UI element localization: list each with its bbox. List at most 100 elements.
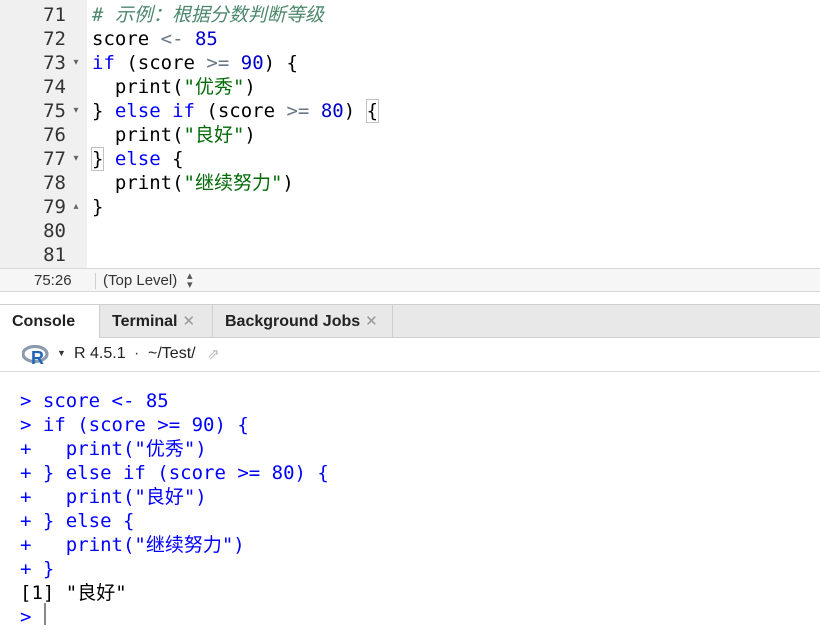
- code-line[interactable]: 75 ▾} else if (score >= 80) {: [0, 99, 820, 123]
- code-token: }: [92, 196, 104, 218]
- console-line: + }: [20, 557, 54, 581]
- console-input-text: print("优秀"): [31, 438, 207, 460]
- chevron-down-icon[interactable]: ▼: [57, 348, 66, 358]
- console-prompt: +: [20, 486, 32, 508]
- code-line[interactable]: 77 ▾} else {: [0, 147, 820, 171]
- console-input-text: if (score >= 90) {: [31, 414, 249, 436]
- console-input-text: score <- 85: [31, 390, 169, 412]
- console-prompt: +: [20, 438, 32, 460]
- code-line[interactable]: 80: [0, 219, 820, 243]
- console-line: > score <- 85: [20, 389, 169, 413]
- svg-text:R: R: [31, 348, 44, 365]
- console-prompt: +: [20, 534, 32, 556]
- console-input-text: } else {: [31, 510, 135, 532]
- console-line: + print("继续努力"): [20, 533, 245, 557]
- line-number: 72: [43, 28, 66, 50]
- console-pane: Console Terminal ✕ Background Jobs ✕ R ▼ R…: [0, 304, 820, 638]
- code-token: 90: [240, 52, 264, 74]
- console-line: > if (score >= 90) {: [20, 413, 249, 437]
- console-line: >: [20, 605, 31, 629]
- console-input-text: print("继续努力"): [31, 534, 245, 556]
- code-editor[interactable]: 71 # 示例：根据分数判断等级 72 score <- 85 73 ▾ if (score…: [0, 0, 820, 268]
- tab-console[interactable]: Console: [0, 305, 100, 339]
- code-token: (score: [194, 100, 287, 122]
- line-number: 79: [43, 196, 66, 218]
- fold-up-icon[interactable]: ▴: [68, 195, 84, 219]
- code-token: print(: [92, 172, 184, 194]
- close-icon[interactable]: ✕: [183, 313, 196, 330]
- console-prompt: +: [20, 510, 32, 532]
- code-token: else: [114, 148, 161, 170]
- code-token: print(: [92, 124, 184, 146]
- code-token: ) {: [263, 52, 298, 74]
- code-token: ): [244, 124, 256, 146]
- code-token: # 示例：根据分数判断等级: [92, 4, 324, 26]
- cursor-position: 75:26: [34, 272, 72, 289]
- text-cursor: [44, 603, 46, 625]
- r-logo-icon[interactable]: R: [21, 344, 52, 370]
- fold-down-icon[interactable]: ▾: [68, 99, 84, 123]
- code-token: }: [90, 147, 105, 171]
- console-output[interactable]: > score <- 85 > if (score >= 90) {+ print…: [0, 372, 820, 638]
- fold-down-icon[interactable]: ▾: [68, 147, 84, 171]
- code-text: score <- 85: [92, 27, 218, 51]
- r-version: R 4.5.1: [74, 345, 126, 362]
- line-number: 81: [43, 244, 66, 266]
- code-token: (score: [114, 52, 207, 74]
- code-token: "良好": [183, 124, 245, 146]
- go-to-directory-icon[interactable]: ⇗: [207, 345, 220, 363]
- code-token: ): [343, 100, 367, 122]
- code-token: >=: [286, 100, 310, 122]
- code-token: {: [160, 148, 184, 170]
- console-input-text: print("良好"): [31, 486, 207, 508]
- code-line[interactable]: 76 print("良好"): [0, 123, 820, 147]
- code-token: ): [244, 76, 256, 98]
- code-text: }: [92, 195, 103, 219]
- line-number: 71: [43, 4, 66, 26]
- code-line[interactable]: 79 ▴}: [0, 195, 820, 219]
- console-prompt: >: [20, 390, 32, 412]
- code-line[interactable]: 72 score <- 85: [0, 27, 820, 51]
- console-input-text: }: [31, 558, 55, 580]
- code-token: >=: [206, 52, 230, 74]
- line-number: 77: [43, 148, 66, 170]
- line-number: 78: [43, 172, 66, 194]
- code-text: } else {: [90, 147, 184, 171]
- fold-down-icon[interactable]: ▾: [68, 51, 84, 75]
- line-number: 74: [43, 76, 66, 98]
- tab-terminal[interactable]: Terminal ✕: [100, 305, 213, 338]
- code-token: ): [282, 172, 294, 194]
- code-token: "优秀": [183, 76, 245, 98]
- code-text: print("良好"): [92, 123, 256, 147]
- code-line[interactable]: 71 # 示例：根据分数判断等级: [0, 3, 820, 27]
- scope-selector[interactable]: (Top Level): [103, 272, 177, 289]
- code-line[interactable]: 74 print("优秀"): [0, 75, 820, 99]
- up-down-arrows-icon[interactable]: ▴ ▾: [187, 271, 193, 291]
- console-prompt: +: [20, 462, 32, 484]
- code-token: 80: [320, 100, 344, 122]
- code-line[interactable]: 81: [0, 243, 820, 267]
- tab-terminal-label: Terminal: [112, 313, 178, 330]
- console-output-text: [1] "良好": [20, 582, 127, 604]
- tab-background-jobs[interactable]: Background Jobs ✕: [213, 305, 393, 338]
- line-number: 76: [43, 124, 66, 146]
- close-icon[interactable]: ✕: [365, 313, 378, 330]
- code-text: print("优秀"): [92, 75, 256, 99]
- code-line[interactable]: 78 print("继续努力"): [0, 171, 820, 195]
- console-line: + print("优秀"): [20, 437, 207, 461]
- code-token: else if: [114, 100, 195, 122]
- console-prompt: >: [20, 414, 32, 436]
- tab-console-label: Console: [12, 313, 76, 330]
- code-text: } else if (score >= 80) {: [92, 99, 380, 123]
- working-directory: ~/Test/: [148, 345, 196, 362]
- console-line: [1] "良好": [20, 581, 127, 605]
- console-line: + } else if (score >= 80) {: [20, 461, 329, 485]
- code-line[interactable]: 73 ▾ if (score >= 90) {: [0, 51, 820, 75]
- header-separator: ·: [134, 345, 140, 362]
- code-token: print(: [92, 76, 184, 98]
- console-prompt: >: [20, 606, 32, 628]
- code-token: score: [92, 28, 161, 50]
